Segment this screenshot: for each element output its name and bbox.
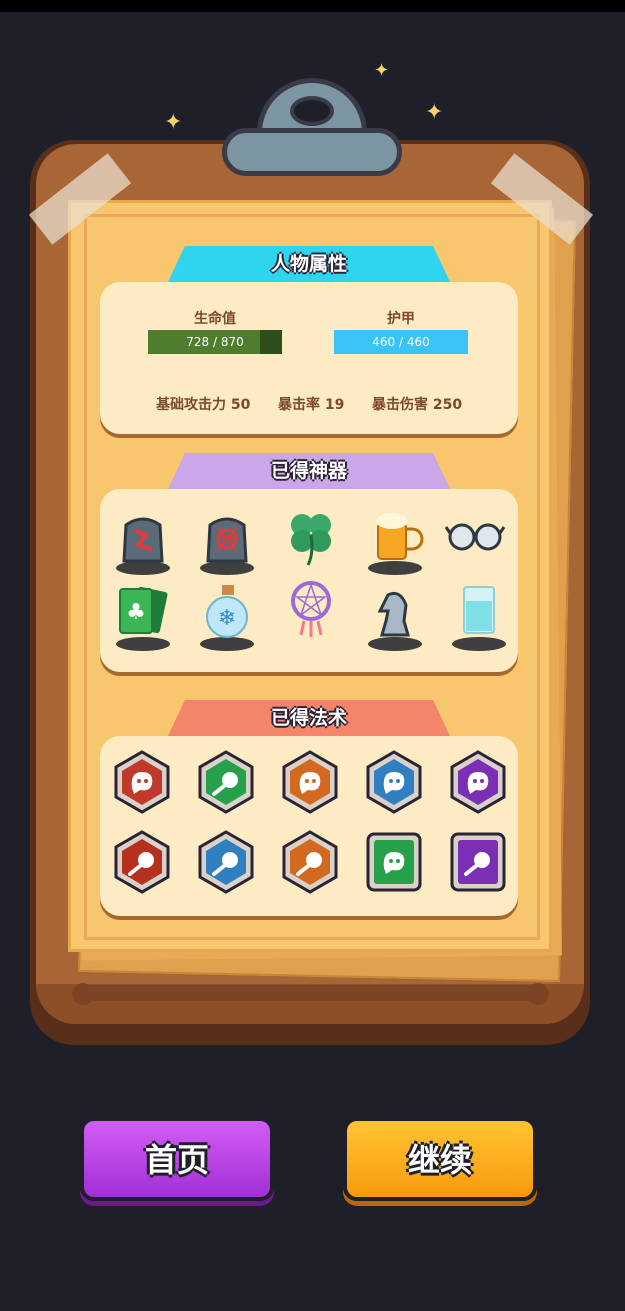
spells-header: 已得法术: [168, 700, 450, 736]
ghost-spell-icon: [282, 750, 338, 814]
beer-mug-icon: [376, 513, 424, 560]
comet-spell-icon: [114, 830, 170, 894]
artifact-slot[interactable]: [112, 505, 174, 575]
artifacts-panel[interactable]: ♣ ❄: [100, 489, 518, 672]
four-leaf-clover-icon: [291, 514, 331, 566]
artifacts-header: 已得神器: [168, 453, 450, 489]
home-button-label: 首页: [144, 1141, 209, 1179]
spell-slot[interactable]: [450, 830, 506, 894]
armor-label: 护甲: [387, 311, 415, 327]
ghost-spell-icon: [366, 750, 422, 814]
clipboard-clip: [222, 78, 402, 178]
spell-slot[interactable]: [450, 750, 506, 814]
ghost-spell-icon: [114, 750, 170, 814]
spell-slot[interactable]: [198, 750, 254, 814]
skull-rune-stone-icon: [206, 517, 248, 563]
status-bar: [0, 0, 625, 12]
continue-button-label: 继续: [407, 1141, 472, 1179]
svg-text:❄: ❄: [218, 606, 236, 631]
spell-slot[interactable]: [114, 830, 170, 894]
spell-slot[interactable]: [114, 750, 170, 814]
spells-title: 已得法术: [270, 707, 347, 729]
artifact-slot[interactable]: [280, 505, 342, 575]
hp-bar: 728 / 870: [148, 330, 282, 354]
ghost-spell-icon: [450, 750, 506, 814]
artifact-slot[interactable]: [364, 581, 426, 651]
character-stats-header: 人物属性: [168, 246, 450, 282]
artifact-slot[interactable]: ♣: [112, 581, 174, 651]
artifact-slot[interactable]: [364, 505, 426, 575]
chess-knight-icon: [377, 591, 410, 637]
hp-label: 生命值: [194, 311, 236, 327]
comet-spell-icon: [198, 830, 254, 894]
armor-bar: 460 / 460: [334, 330, 468, 354]
rail-bolt: [72, 983, 94, 1005]
comet-spell-icon: [450, 832, 506, 892]
artifact-slot[interactable]: [280, 577, 342, 647]
artifact-slot[interactable]: [444, 505, 506, 575]
water-glass-icon: [463, 586, 495, 634]
svg-text:♣: ♣: [126, 600, 146, 625]
artifacts-title: 已得神器: [270, 460, 347, 482]
hp-value: 728 / 870: [186, 335, 244, 349]
crit-rate-stat: 暴击率 19: [278, 397, 345, 413]
rail-bolt: [527, 983, 549, 1005]
character-stats-title: 人物属性: [270, 253, 347, 275]
red-rune-stone-icon: [122, 517, 164, 563]
spells-panel[interactable]: [100, 736, 518, 916]
sparkle-icon: ✦: [164, 110, 183, 135]
comet-spell-icon: [198, 750, 254, 814]
spell-slot[interactable]: [366, 750, 422, 814]
spell-slot[interactable]: [282, 750, 338, 814]
artifact-slot[interactable]: ❄: [196, 581, 258, 651]
spell-slot[interactable]: [366, 830, 422, 894]
sparkle-icon: ✦: [425, 100, 444, 125]
club-card-icon: ♣: [119, 586, 168, 634]
armor-value: 460 / 460: [372, 335, 430, 349]
home-button[interactable]: 首页: [80, 1117, 274, 1201]
character-stats-panel: 生命值 728 / 870 护甲 460 / 460 基础攻击力 50 暴击率 …: [100, 282, 518, 434]
continue-button[interactable]: 继续: [343, 1117, 537, 1201]
spell-slot[interactable]: [198, 830, 254, 894]
clipboard-rail: [85, 985, 535, 1001]
snowflake-potion-icon: ❄: [206, 585, 248, 638]
artifact-slot[interactable]: [196, 505, 258, 575]
base-attack-stat: 基础攻击力 50: [156, 397, 251, 413]
spell-slot[interactable]: [282, 830, 338, 894]
crit-damage-stat: 暴击伤害 250: [372, 397, 463, 413]
glasses-icon: [444, 523, 506, 551]
ghost-spell-icon: [366, 832, 422, 892]
comet-spell-icon: [282, 830, 338, 894]
dreamcatcher-icon: [291, 581, 331, 637]
artifact-slot[interactable]: [448, 581, 510, 651]
